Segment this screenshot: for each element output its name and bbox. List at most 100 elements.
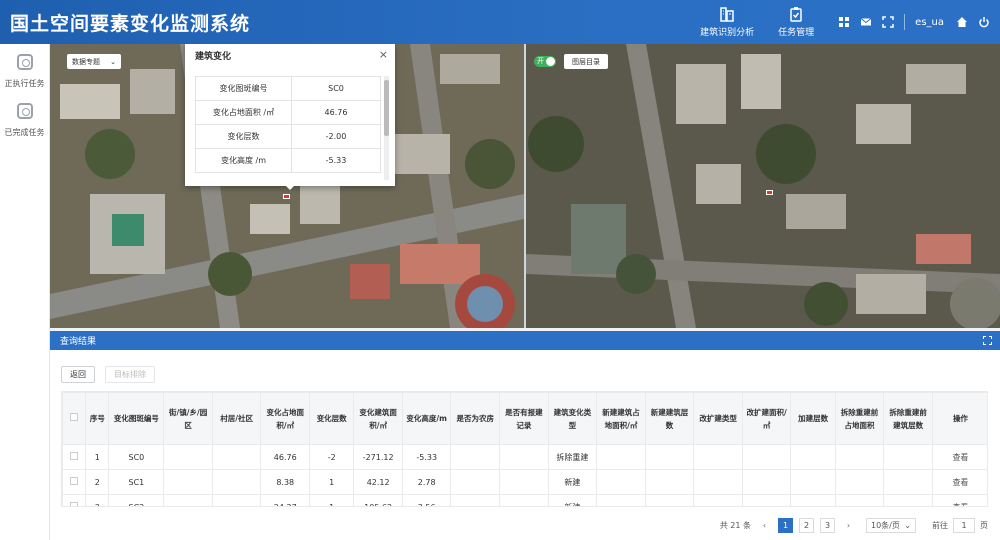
back-button[interactable]: 返回 [61,366,95,383]
change-popup: 建筑变化 × 变化图斑编号 SC0 变化占地面积 /㎡ 46.76 变化层数 -2.0… [185,44,395,190]
column-header[interactable]: 是否为农房 [450,392,501,445]
row-checkbox[interactable] [62,444,87,470]
results-panel: 查询结果 返回 目标排除 序号 变化图斑编号 街/镇/乡/园区 村居/社区 变化… [50,331,1000,540]
popup-row: 变化占地面积 /㎡ 46.76 [195,100,381,125]
page-size-select[interactable]: 10条/页 ⌄ [866,518,916,533]
column-header[interactable]: 变化建筑面积/㎡ [353,392,403,445]
close-icon[interactable]: × [379,48,388,61]
row-checkbox[interactable] [62,494,87,506]
next-page-icon[interactable]: › [841,518,856,533]
table-cell [834,444,885,470]
table-cell: 2 [85,469,110,495]
table-cell [693,444,743,470]
prev-page-icon[interactable]: ‹ [757,518,772,533]
power-icon[interactable] [978,16,990,28]
results-header: 查询结果 [50,331,1000,350]
data-topic-select[interactable]: 数据专题 ⌄ [67,54,121,69]
view-link[interactable]: 查看 [931,494,987,506]
mail-icon[interactable] [860,16,872,28]
change-marker[interactable] [766,190,773,195]
task-management-button[interactable]: 任务管理 [778,6,814,38]
select-all-checkbox[interactable] [62,392,87,445]
expand-icon[interactable] [983,336,992,345]
popup-row-value: -5.33 [291,148,381,173]
sidebar-item-completed-tasks[interactable]: 已完成任务 [0,103,49,138]
task-management-label: 任务管理 [778,28,815,38]
table-cell [596,444,646,470]
total-count: 共 21 条 [719,521,751,530]
popup-title: 建筑变化 [195,51,232,62]
table-cell [596,469,646,495]
column-header[interactable]: 新建建筑占地面积/㎡ [596,392,646,445]
column-header[interactable]: 改扩建类型 [693,392,743,445]
table-row[interactable]: 3 SC2 24.27 1 105.62 3.56 新建 查看 [62,494,987,506]
table-cell [693,469,743,495]
map-before[interactable]: 数据专题 ⌄ 建筑变化 × 变化图斑编号 SC0 变化占地面积 /㎡ 46.76 变… [50,44,524,328]
table-cell [834,469,885,495]
column-header[interactable]: 拆除重建前建筑层数 [883,392,933,445]
username[interactable]: es_ua [915,17,944,28]
table-row[interactable]: 1 SC0 46.76 -2 -271.12 -5.33 拆除重建 查看 [62,444,987,470]
building-analysis-button[interactable]: 建筑识别分析 [700,6,754,38]
table-cell [790,444,836,470]
table-cell: 3 [85,494,110,506]
view-link[interactable]: 查看 [931,469,987,495]
table-cell [450,494,501,506]
table-cell [834,494,885,506]
table-cell [499,494,549,506]
map-after[interactable]: 开 图层目录 [526,44,1000,328]
table-cell [883,444,933,470]
column-header[interactable]: 序号 [85,392,110,445]
layer-catalog-button[interactable]: 图层目录 [564,54,608,69]
popup-row-label: 变化高度 /m [195,148,292,173]
column-header[interactable]: 新建建筑层数 [644,392,695,445]
sidebar-item-label: 已完成任务 [4,128,45,137]
fullscreen-icon[interactable] [882,16,894,28]
page-jump-input[interactable]: 1 [953,518,975,533]
popup-row-label: 变化占地面积 /㎡ [195,100,292,125]
table-cell [450,469,501,495]
jump-suffix: 页 [980,521,988,530]
task-done-icon [16,103,33,119]
column-header[interactable]: 拆除重建前占地面积 [834,392,885,445]
popup-row-value: 46.76 [291,100,381,125]
popup-row: 变化层数 -2.00 [195,124,381,149]
column-header[interactable]: 变化高度/m [401,392,452,445]
table-cell: 8.38 [260,469,311,495]
results-table: 序号 变化图斑编号 街/镇/乡/园区 村居/社区 变化占地面积/㎡ 变化层数 变… [61,391,988,507]
column-header[interactable]: 建筑变化类型 [547,392,598,445]
page-1-button[interactable]: 1 [778,518,793,533]
popup-pointer [284,184,296,190]
column-header[interactable]: 变化占地面积/㎡ [260,392,311,445]
table-cell [883,469,933,495]
table-cell [163,469,213,495]
page-3-button[interactable]: 3 [820,518,835,533]
table-row[interactable]: 2 SC1 8.38 1 42.12 2.78 新建 查看 [62,469,987,495]
change-marker[interactable] [283,194,290,199]
target-exclude-button[interactable]: 目标排除 [105,366,155,383]
pagination: 共 21 条 ‹ 1 2 3 › 10条/页 ⌄ 前往 1 页 [720,518,988,533]
home-icon[interactable] [956,16,968,28]
column-header[interactable]: 加建层数 [790,392,836,445]
column-header[interactable]: 街/镇/乡/园区 [163,392,213,445]
column-header[interactable]: 村居/社区 [211,392,262,445]
popup-scrollbar[interactable] [384,76,389,180]
sidebar-item-running-tasks[interactable]: 正执行任务 [0,54,49,89]
column-header[interactable]: 变化图斑编号 [108,392,165,445]
toggle-label: 开 [537,57,544,65]
aerial-image-after [526,44,1000,328]
column-header[interactable]: 是否有报建记录 [499,392,549,445]
table-cell [211,444,262,470]
page-2-button[interactable]: 2 [799,518,814,533]
popup-row: 变化图斑编号 SC0 [195,76,381,101]
header-actions: 建筑识别分析 任务管理 es_ua [700,0,990,44]
view-link[interactable]: 查看 [931,444,987,470]
task-running-icon [16,54,33,70]
table-cell [211,469,262,495]
column-header[interactable]: 改扩建面积/㎡ [741,392,792,445]
row-checkbox[interactable] [62,469,87,495]
table-cell: 105.62 [353,494,403,506]
column-header[interactable]: 变化层数 [309,392,355,445]
grid-icon[interactable] [838,16,850,28]
column-header[interactable]: 操作 [931,392,987,445]
